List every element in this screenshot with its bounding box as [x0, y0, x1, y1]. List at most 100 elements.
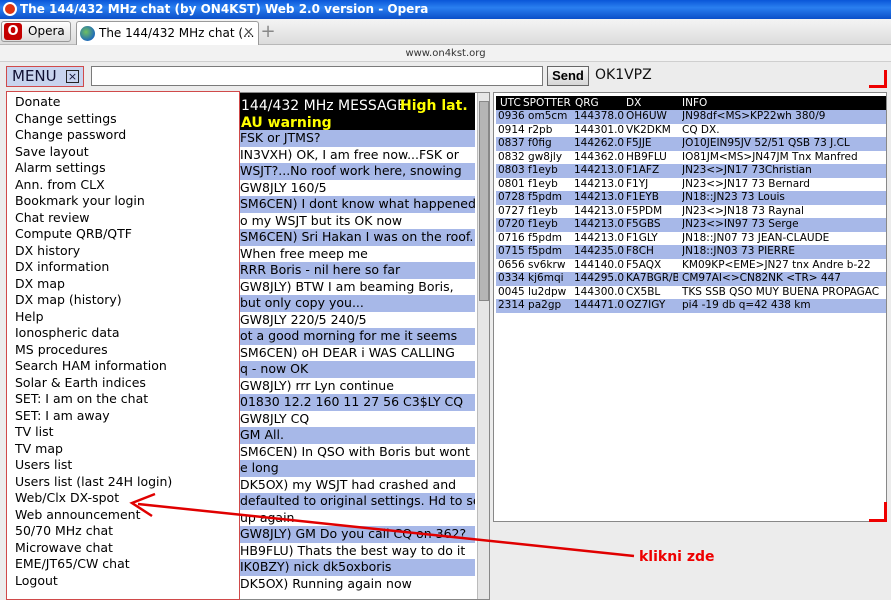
cluster-cell-dx: F5JJE	[626, 137, 652, 149]
chat-toolbar: MENU × Send OK1VPZ	[0, 62, 891, 90]
cluster-row[interactable]: 0715 f5pdm 144235.0 F8CH JN18::JN03 73 PIER…	[496, 245, 886, 259]
menu-item-users-list[interactable]: Users list	[15, 457, 235, 474]
menu-item-ann-from-clx[interactable]: Ann. from CLX	[15, 177, 235, 194]
menu-item-solar-earth-indices[interactable]: Solar & Earth indices	[15, 375, 235, 392]
menu-item-change-settings[interactable]: Change settings	[15, 111, 235, 128]
cluster-cell-qrg: 144301.0	[574, 123, 625, 136]
cluster-header-qrg: QRG	[575, 97, 599, 109]
menu-item-tv-map[interactable]: TV map	[15, 441, 235, 458]
cluster-cell-qrg: 144362.0	[574, 150, 625, 163]
cluster-row[interactable]: 0728 f5pdm 144213.0 F1EYB JN18::JN23 73 Lou…	[496, 191, 886, 205]
menu-item-donate[interactable]: Donate	[15, 94, 235, 111]
window-titlebar: The 144/432 MHz chat (by ON4KST) Web 2.0…	[0, 0, 891, 19]
cluster-row[interactable]: 0914 r2pb 144301.0 VK2DKM CQ DX.	[496, 123, 886, 137]
cluster-row[interactable]: 0720 f1eyb 144213.0 F5GBS JN23<>IN97 73 Ser…	[496, 218, 886, 232]
cluster-cell-spotter: 0837 f0fig	[498, 137, 552, 149]
cluster-row[interactable]: 0716 f5pdm 144213.0 F1GLY JN18::JN07 73 JEA…	[496, 231, 886, 245]
cluster-cell-qrg: 144213.0	[574, 204, 625, 217]
cluster-cell-dx: KA7BGR/B	[626, 272, 678, 284]
menu-item-ionospheric-data[interactable]: Ionospheric data	[15, 325, 235, 342]
cluster-panel: UTC SPOTTER QRG DX INFO 0936 om5cm 144378…	[493, 92, 887, 522]
cluster-cell-info: JN18::JN23 73 Louis	[682, 191, 785, 203]
menu-item-alarm-settings[interactable]: Alarm settings	[15, 160, 235, 177]
menu-item-chat-review[interactable]: Chat review	[15, 210, 235, 227]
cluster-cell-dx: F5GBS	[626, 218, 661, 230]
menu-item-dx-map[interactable]: DX map	[15, 276, 235, 293]
cluster-cell-info: JO10JEIN95JV 52/51 QSB 73 J.CL	[682, 137, 850, 149]
cluster-cell-qrg: 144213.0	[574, 191, 625, 203]
cluster-cell-spotter: 0801 f1eyb	[498, 177, 558, 190]
menu-button[interactable]: MENU ×	[6, 66, 84, 87]
opera-menu-label: Opera	[28, 24, 65, 38]
user-callsign: OK1VPZ	[595, 67, 652, 83]
message-input[interactable]	[91, 66, 543, 86]
chat-highlight: High lat.	[400, 98, 468, 114]
menu-item-microwave-chat[interactable]: Microwave chat	[15, 540, 235, 557]
menu-close-icon[interactable]: ×	[66, 70, 79, 83]
menu-item-search-ham-information[interactable]: Search HAM information	[15, 358, 235, 375]
send-button[interactable]: Send	[547, 66, 589, 86]
cluster-cell-qrg: 144140.0	[574, 258, 625, 271]
cluster-cell-spotter: 0334 kj6mqi	[498, 272, 564, 284]
menu-item-change-password[interactable]: Change password	[15, 127, 235, 144]
cluster-cell-qrg: 144300.0	[574, 285, 625, 298]
cluster-row[interactable]: 0656 sv6krw 144140.0 F5AQX KM09KP<EME>JN27 …	[496, 258, 886, 272]
annotation-text: klikni zde	[639, 549, 715, 565]
menu-item-50-70-mhz-chat[interactable]: 50/70 MHz chat	[15, 523, 235, 540]
menu-item-eme-jt65-cw-chat[interactable]: EME/JT65/CW chat	[15, 556, 235, 573]
cluster-cell-qrg: 144235.0	[574, 245, 625, 257]
cluster-cell-info: JN23<>IN97 73 Serge	[682, 218, 799, 230]
cluster-row[interactable]: 0832 gw8jly 144362.0 HB9FLU IO81JM<MS>JN47J…	[496, 150, 886, 164]
chat-scrollbar-thumb[interactable]	[479, 101, 489, 301]
cluster-row[interactable]: 0803 f1eyb 144213.0 F1AFZ JN23<>JN17 73Chri…	[496, 164, 886, 178]
menu-item-logout[interactable]: Logout	[15, 573, 235, 590]
resize-corner-bottom[interactable]	[869, 502, 887, 522]
address-bar[interactable]: www.on4kst.org	[0, 45, 891, 62]
cluster-cell-dx: F5AQX	[626, 258, 662, 271]
chat-scrollbar[interactable]	[477, 93, 489, 599]
cluster-cell-info: TKS SSB QSO MUY BUENA PROPAGAC	[682, 285, 880, 298]
cluster-row[interactable]: 0045 lu2dpw 144300.0 CX5BL TKS SSB QSO MUY …	[496, 285, 886, 299]
cluster-cell-info: CM97AI<>CN82NK <TR> 447	[682, 272, 841, 284]
tab-close-icon[interactable]: ×	[243, 22, 254, 44]
resize-corner-top[interactable]	[869, 70, 887, 88]
opera-menu-button[interactable]: O Opera	[1, 21, 71, 42]
menu-item-compute-qrb-qtf[interactable]: Compute QRB/QTF	[15, 226, 235, 243]
tab-chat[interactable]: The 144/432 MHz chat (... ×	[76, 21, 259, 45]
cluster-row[interactable]: 0837 f0fig 144262.0 F5JJE JO10JEIN95JV 52/5…	[496, 137, 886, 151]
cluster-cell-qrg: 144471.0	[574, 299, 625, 311]
cluster-row[interactable]: 0334 kj6mqi 144295.0 KA7BGR/B CM97AI<>CN82N…	[496, 272, 886, 286]
menu-item-dx-history[interactable]: DX history	[15, 243, 235, 260]
menu-item-bookmark-your-login[interactable]: Bookmark your login	[15, 193, 235, 210]
menu-item-users-list-last-24h-login[interactable]: Users list (last 24H login)	[15, 474, 235, 491]
menu-item-dx-map-history[interactable]: DX map (history)	[15, 292, 235, 309]
cluster-cell-info: JN98df<MS>KP22wh 380/9	[682, 110, 826, 122]
cluster-cell-qrg: 144213.0	[574, 177, 625, 190]
cluster-cell-dx: OZ7IGY	[626, 299, 666, 311]
cluster-cell-info: pi4 -19 db q=42 438 km	[682, 299, 811, 311]
menu-item-help[interactable]: Help	[15, 309, 235, 326]
cluster-cell-dx: F5PDM	[626, 204, 663, 217]
cluster-cell-info: JN18::JN07 73 JEAN-CLAUDE	[682, 231, 830, 244]
menu-item-set-i-am-on-the-chat[interactable]: SET: I am on the chat	[15, 391, 235, 408]
cluster-row[interactable]: 0801 f1eyb 144213.0 F1YJ JN23<>JN17 73 Bern…	[496, 177, 886, 191]
cluster-row[interactable]: 2314 pa2gp 144471.0 OZ7IGY pi4 -19 db q=42 …	[496, 299, 886, 313]
menu-item-web-announcement[interactable]: Web announcement	[15, 507, 235, 524]
cluster-cell-spotter: 0720 f1eyb	[498, 218, 558, 230]
menu-item-save-layout[interactable]: Save layout	[15, 144, 235, 161]
cluster-cell-dx: CX5BL	[626, 285, 661, 298]
cluster-row[interactable]: 0727 f1eyb 144213.0 F5PDM JN23<>JN18 73 Ray…	[496, 204, 886, 218]
globe-icon	[80, 26, 95, 41]
cluster-cell-info: JN23<>JN18 73 Raynal	[682, 204, 804, 217]
cluster-cell-info: JN23<>JN17 73Christian	[682, 164, 812, 176]
menu-item-set-i-am-away[interactable]: SET: I am away	[15, 408, 235, 425]
cluster-row[interactable]: 0936 om5cm 144378.0 OH6UW JN98df<MS>KP22wh …	[496, 110, 886, 124]
menu-item-ms-procedures[interactable]: MS procedures	[15, 342, 235, 359]
chat-warning: AU warning	[241, 115, 332, 131]
menu-item-web-clx-dx-spot[interactable]: Web/Clx DX-spot	[15, 490, 235, 507]
menu-item-dx-information[interactable]: DX information	[15, 259, 235, 276]
new-tab-button[interactable]: +	[260, 22, 276, 42]
menu-item-tv-list[interactable]: TV list	[15, 424, 235, 441]
cluster-cell-dx: F1AFZ	[626, 164, 660, 176]
cluster-cell-dx: F1GLY	[626, 231, 658, 244]
